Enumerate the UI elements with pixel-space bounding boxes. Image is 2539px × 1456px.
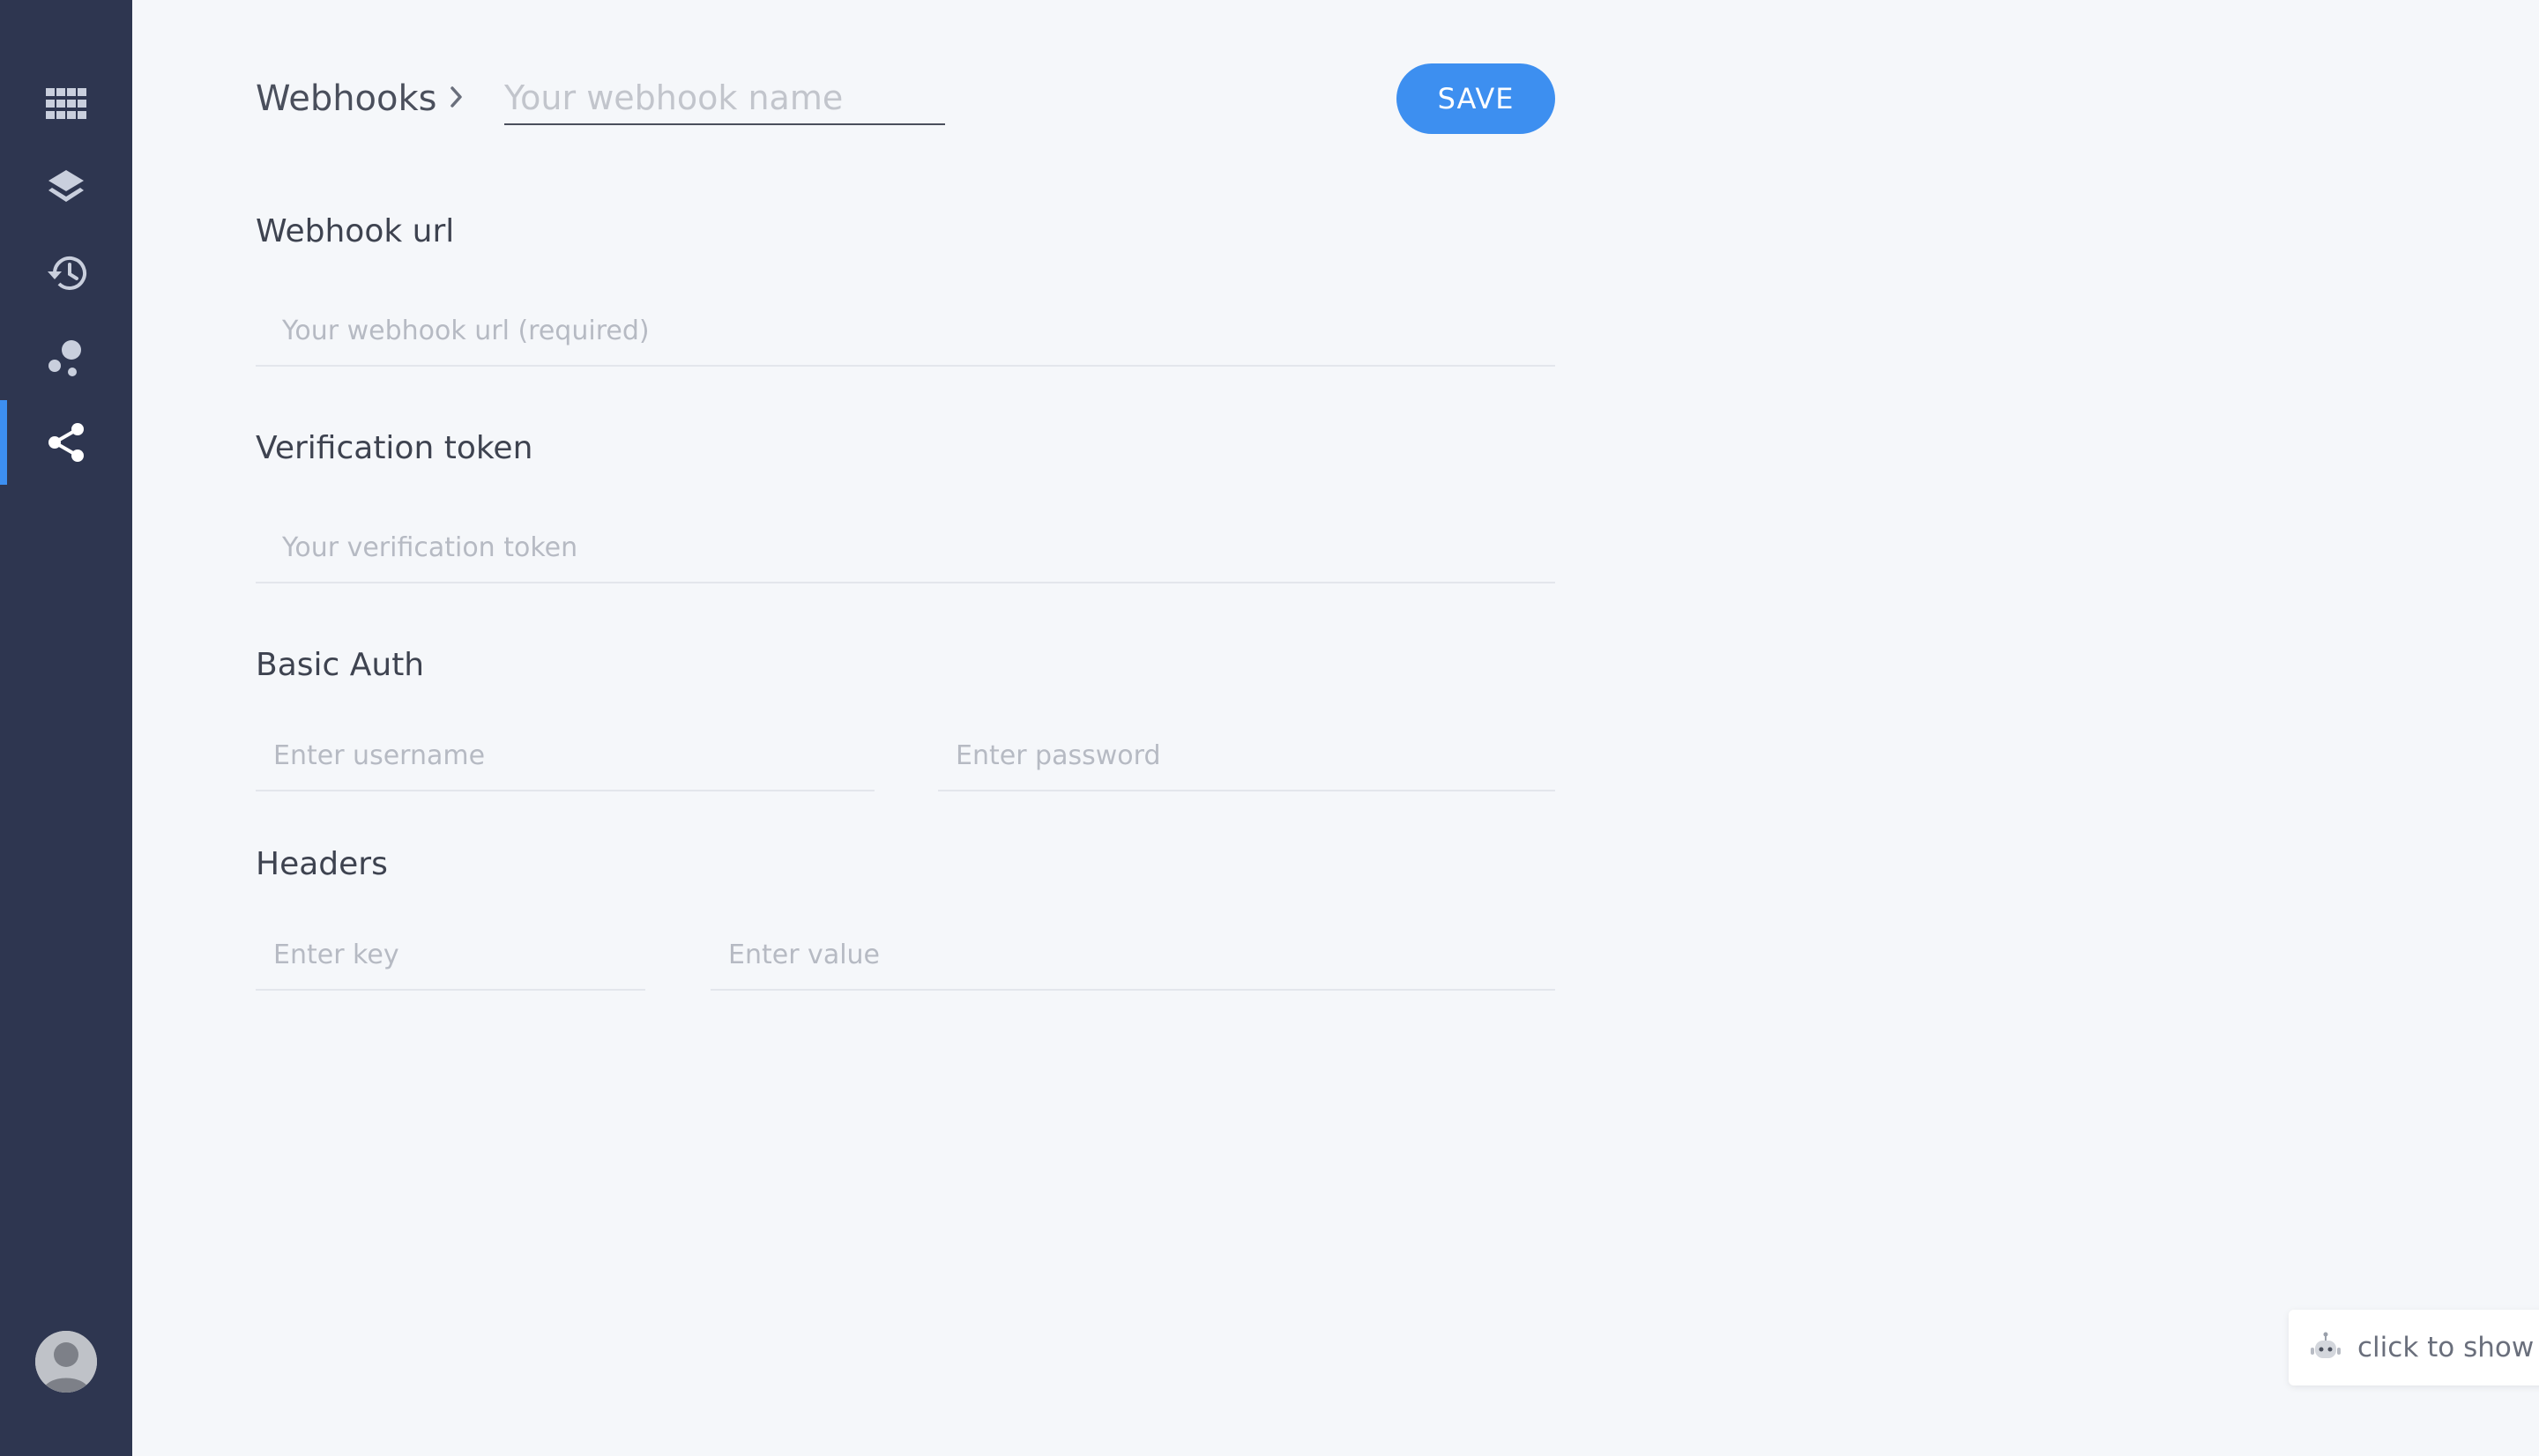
share-icon bbox=[48, 423, 84, 462]
webhook-url-input[interactable] bbox=[256, 296, 1555, 367]
main-content: Webhooks SAVE Webhook url Verification t… bbox=[132, 0, 2539, 1456]
sidebar-item-webhooks[interactable] bbox=[0, 400, 132, 485]
sidebar bbox=[0, 0, 132, 1456]
layers-icon bbox=[48, 170, 84, 202]
user-avatar-icon bbox=[35, 1331, 97, 1393]
history-icon bbox=[48, 256, 86, 290]
sidebar-item-apps[interactable] bbox=[0, 62, 132, 146]
basic-auth-label: Basic Auth bbox=[256, 647, 425, 683]
chat-toggle-button[interactable]: click to show chat bbox=[2289, 1310, 2539, 1385]
header-key-input[interactable] bbox=[256, 920, 645, 991]
header-value-input[interactable] bbox=[711, 920, 1555, 991]
chevron-right-icon bbox=[450, 86, 462, 108]
verification-token-label: Verification token bbox=[256, 430, 533, 466]
save-button[interactable]: SAVE bbox=[1396, 63, 1555, 134]
password-input[interactable] bbox=[938, 721, 1555, 791]
chat-toggle-label: click to show chat bbox=[2357, 1332, 2539, 1363]
breadcrumb-root[interactable]: Webhooks bbox=[256, 72, 437, 125]
verification-token-input[interactable] bbox=[256, 513, 1555, 583]
webhook-name-input[interactable] bbox=[504, 72, 945, 125]
webhook-url-label: Webhook url bbox=[256, 213, 455, 249]
sidebar-item-bubbles[interactable] bbox=[0, 316, 132, 400]
sidebar-item-layers[interactable] bbox=[0, 146, 132, 231]
avatar[interactable] bbox=[35, 1331, 97, 1393]
apps-grid-icon bbox=[46, 88, 86, 119]
bubbles-icon bbox=[48, 340, 81, 376]
robot-icon bbox=[2311, 1332, 2341, 1358]
username-input[interactable] bbox=[256, 721, 875, 791]
headers-label: Headers bbox=[256, 846, 388, 882]
sidebar-item-history[interactable] bbox=[0, 231, 132, 316]
